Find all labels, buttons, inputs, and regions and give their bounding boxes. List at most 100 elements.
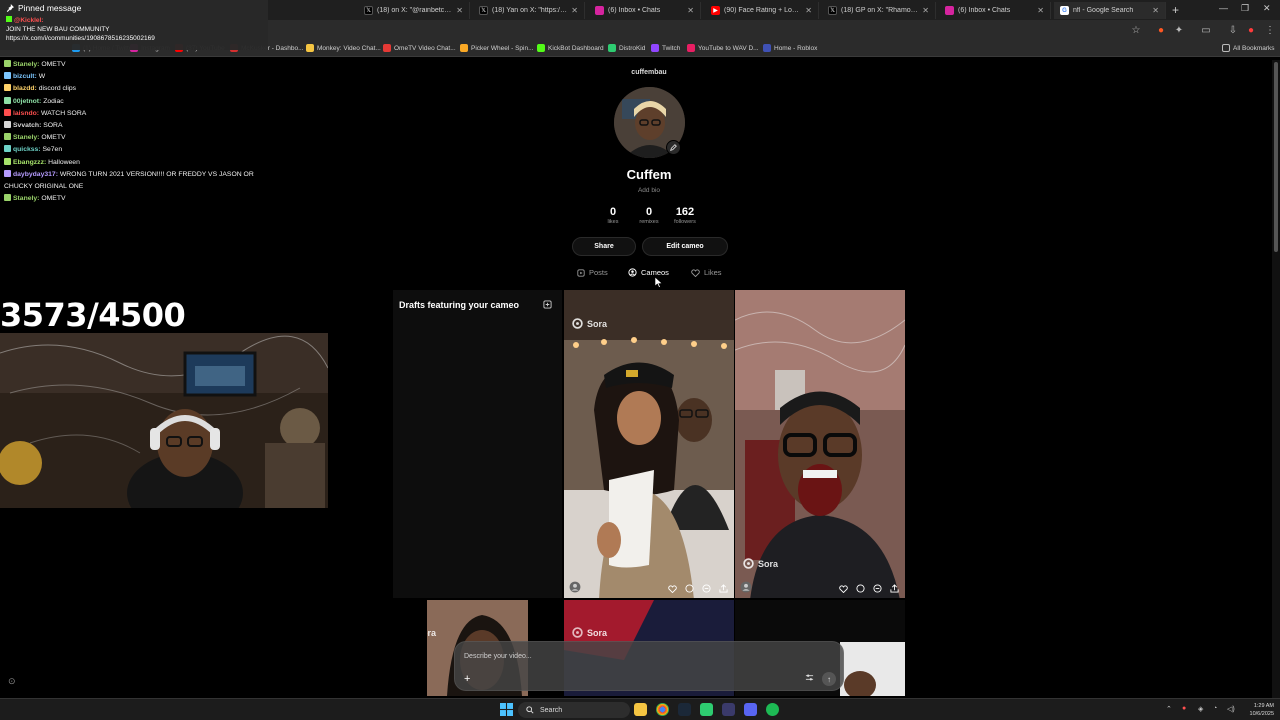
like-heart-icon[interactable] <box>668 584 677 593</box>
chat-username[interactable]: 00jetnot: <box>13 98 41 105</box>
downloads-icon[interactable]: ⇩ <box>1227 25 1239 37</box>
wifi-icon[interactable]: ◔ <box>1213 705 1217 712</box>
bookmark-star-icon[interactable]: ☆ <box>1130 25 1142 37</box>
chat-badge-icon <box>4 194 11 202</box>
close-tab-icon[interactable]: ✕ <box>1152 6 1159 15</box>
creator-avatar-icon[interactable] <box>740 581 752 593</box>
chat-username[interactable]: daybyday317: <box>13 171 58 178</box>
chat-username[interactable]: Ebangzzz: <box>13 159 46 166</box>
app-icon[interactable] <box>722 703 735 716</box>
scrollbar-thumb[interactable] <box>1274 62 1278 252</box>
browser-tab[interactable]: (6) Inbox • Chats ✕ <box>589 2 701 19</box>
file-explorer-icon[interactable] <box>634 703 647 716</box>
remix-icon[interactable] <box>702 584 711 593</box>
chat-username[interactable]: quickss: <box>13 146 41 153</box>
new-tab-icon[interactable]: + <box>1172 3 1179 17</box>
prompt-input[interactable]: Describe your video... <box>464 653 532 660</box>
send-arrow-icon[interactable]: ↑ <box>822 672 836 686</box>
windows-start-icon[interactable] <box>500 703 513 716</box>
bookmark-item[interactable]: OmeTV Video Chat... <box>383 44 456 52</box>
discord-icon[interactable] <box>744 703 757 716</box>
bookmark-item[interactable]: KickBot Dashboard <box>537 44 604 52</box>
posts-icon <box>577 268 585 277</box>
settings-sliders-icon[interactable] <box>805 673 814 682</box>
extensions-puzzle-icon[interactable]: ✦ <box>1173 25 1185 37</box>
comment-icon[interactable] <box>685 584 694 593</box>
share-button[interactable]: Share <box>572 237 636 256</box>
tab-posts[interactable]: Posts <box>577 268 608 277</box>
bookmark-item[interactable]: Picker Wheel - Spin... <box>460 44 534 52</box>
tab-likes[interactable]: Likes <box>691 268 722 277</box>
volume-icon[interactable]: ◁) <box>1227 705 1235 713</box>
bookmark-item[interactable]: DistroKid <box>608 44 645 52</box>
chat-username[interactable]: Stanely: <box>13 61 39 68</box>
drafts-tile[interactable]: Drafts featuring your cameo <box>393 290 562 598</box>
profile-avatar-icon[interactable]: ● <box>1245 25 1257 37</box>
chat-username[interactable]: blazdd: <box>13 85 37 92</box>
close-tab-icon[interactable]: ✕ <box>922 6 929 15</box>
app-icon[interactable] <box>700 703 713 716</box>
chat-username[interactable]: Stanely: <box>13 134 39 141</box>
cameo-video-card[interactable]: Sora <box>735 290 905 598</box>
network-icon[interactable]: ◈ <box>1198 705 1203 713</box>
bookmark-item[interactable]: Monkey: Video Chat... <box>306 44 381 52</box>
close-window-icon[interactable]: ✕ <box>1263 3 1271 14</box>
stat-followers[interactable]: 162 followers <box>660 206 710 225</box>
browser-tab[interactable]: ▶ (90) Face Rating + Looksmax ✕ <box>705 2 819 19</box>
minimize-icon[interactable]: — <box>1219 3 1228 13</box>
menu-kebab-icon[interactable]: ⋮ <box>1264 25 1276 37</box>
chat-username[interactable]: Stanely: <box>13 195 39 202</box>
page-scrollbar[interactable] <box>1272 60 1280 700</box>
instagram-icon <box>945 6 954 15</box>
share-icon[interactable] <box>719 584 728 593</box>
open-drafts-icon[interactable] <box>543 300 552 309</box>
bookmark-item[interactable]: YouTube to WAV D... <box>687 44 759 52</box>
chrome-icon[interactable] <box>656 703 669 716</box>
close-tab-icon[interactable]: ✕ <box>456 6 463 15</box>
chat-text: OMETV <box>41 61 66 68</box>
browser-tab[interactable]: 𝕏 (18) GP on X: "Rhamondre ✕ <box>822 2 936 19</box>
close-tab-icon[interactable]: ✕ <box>687 6 694 15</box>
card-actions <box>839 584 899 593</box>
spotify-icon[interactable] <box>766 703 779 716</box>
chat-username[interactable]: bizcult: <box>13 73 37 80</box>
edit-cameo-button[interactable]: Edit cameo <box>642 237 728 256</box>
chat-badge-icon <box>4 133 11 141</box>
roblox-icon <box>763 44 771 52</box>
bookmark-item[interactable]: Twitch <box>651 44 680 52</box>
browser-tab[interactable]: 𝕏 (18) Yan on X: "https://t.co/Yz ✕ <box>473 2 585 19</box>
taskbar-clock[interactable]: 1:29 AM 10/6/2025 <box>1240 702 1274 718</box>
cameo-video-card[interactable]: Sora <box>564 290 734 598</box>
add-attachment-icon[interactable]: + <box>464 673 470 685</box>
remix-icon[interactable] <box>873 584 882 593</box>
close-tab-icon[interactable]: ✕ <box>571 6 578 15</box>
sora-watermark: Sora <box>427 627 436 638</box>
bookmark-item[interactable]: Home - Roblox <box>763 44 817 52</box>
all-bookmarks-button[interactable]: All Bookmarks <box>1222 44 1275 52</box>
extension-icon[interactable]: ● <box>1155 25 1167 37</box>
browser-tab[interactable]: 𝕏 (18) on X: "@rainbetcom ✕ <box>358 2 470 19</box>
steam-icon[interactable] <box>678 703 691 716</box>
edit-avatar-button[interactable] <box>666 140 681 155</box>
sidebar-icon[interactable]: ▭ <box>1200 25 1212 37</box>
browser-tab[interactable]: (6) Inbox • Chats ✕ <box>939 2 1051 19</box>
pinned-message: Pinned message @Kicklel: JOIN THE NEW BA… <box>0 0 268 50</box>
tray-expand-icon[interactable]: ⌃ <box>1166 705 1172 713</box>
browser-tab-active[interactable]: G nfl - Google Search ✕ <box>1054 2 1166 19</box>
close-tab-icon[interactable]: ✕ <box>1037 6 1044 15</box>
chat-username[interactable]: Svvatch: <box>13 122 41 129</box>
creator-avatar-icon[interactable] <box>569 581 581 593</box>
like-heart-icon[interactable] <box>839 584 848 593</box>
share-icon[interactable] <box>890 584 899 593</box>
close-tab-icon[interactable]: ✕ <box>805 6 812 15</box>
add-bio-link[interactable]: Add bio <box>570 187 728 194</box>
taskbar-search[interactable]: Search <box>518 702 630 718</box>
video-prompt-composer[interactable]: Describe your video... + ↑ <box>454 641 844 691</box>
comment-icon[interactable] <box>856 584 865 593</box>
chat-username[interactable]: laisndo: <box>13 110 39 117</box>
instagram-icon <box>595 6 604 15</box>
maximize-icon[interactable]: ❐ <box>1241 3 1249 14</box>
tray-app-icon[interactable]: ● <box>1182 705 1186 712</box>
tab-cameos[interactable]: Cameos <box>628 268 669 277</box>
chat-settings-icon[interactable]: ⊙ <box>8 676 16 687</box>
